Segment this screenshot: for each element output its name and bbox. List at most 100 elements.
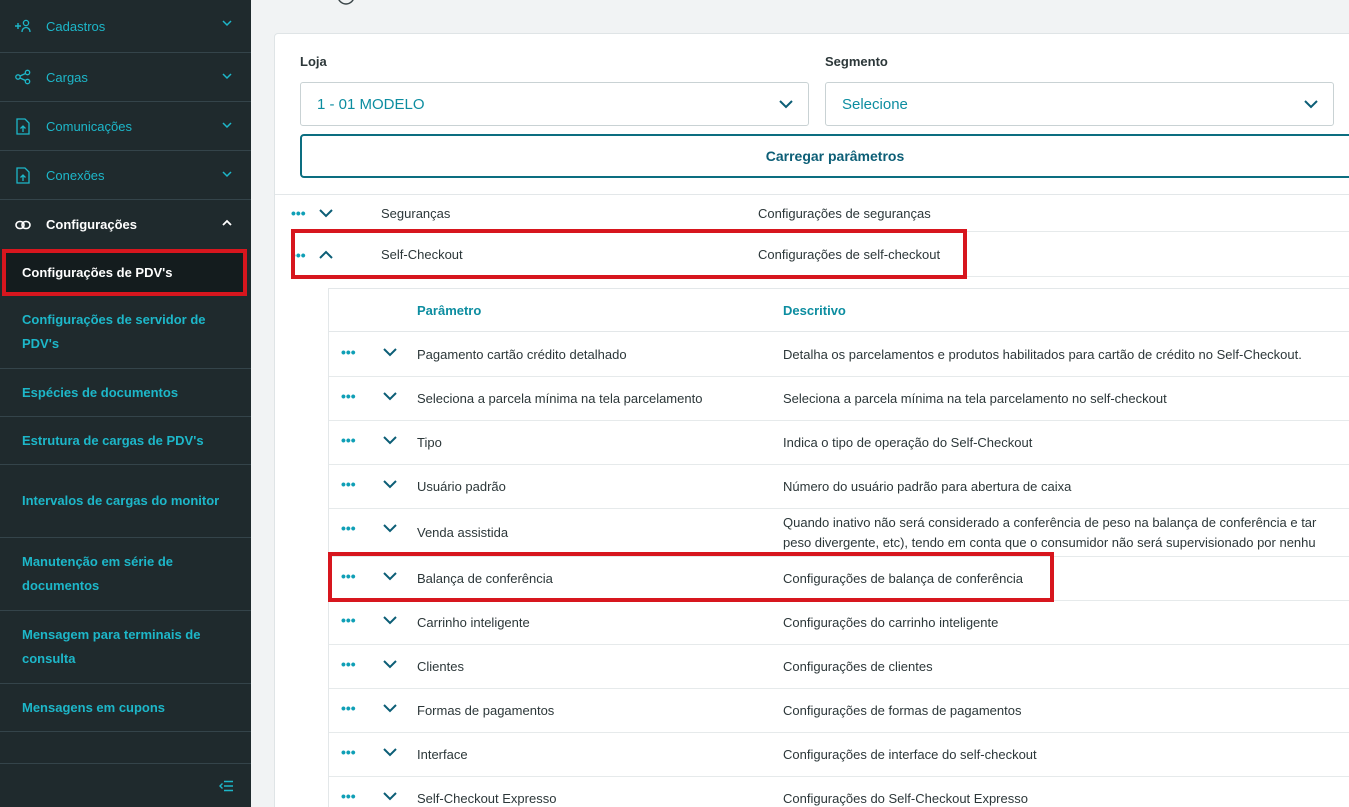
more-options-icon[interactable]: ••• bbox=[341, 656, 369, 672]
sidebar-subitem-intervalos-cargas[interactable]: Intervalos de cargas do monitor bbox=[0, 465, 251, 538]
more-options-icon[interactable]: ••• bbox=[341, 520, 369, 536]
parameter-description-line: Detalha os parcelamentos e produtos habi… bbox=[783, 347, 1302, 362]
more-options-icon[interactable]: ••• bbox=[341, 476, 369, 492]
more-options-icon[interactable]: ••• bbox=[341, 612, 369, 628]
sidebar-subitem-label: Estrutura de cargas de PDV's bbox=[22, 432, 204, 448]
segmento-select-value: Selecione bbox=[842, 95, 908, 113]
segmento-select[interactable]: Selecione bbox=[825, 82, 1334, 126]
chevron-down-icon[interactable] bbox=[383, 792, 413, 801]
sidebar-item-cargas[interactable]: Cargas bbox=[0, 53, 251, 102]
sidebar-subitem-servidor-pdv[interactable]: Configurações de servidor de PDV's bbox=[0, 296, 251, 369]
chevron-down-icon[interactable] bbox=[383, 348, 413, 357]
more-options-icon[interactable]: ••• bbox=[341, 700, 369, 716]
file-upload-icon bbox=[14, 166, 32, 184]
group-desc: Configurações de self-checkout bbox=[758, 247, 941, 262]
sidebar-subitem-manutencao-serie[interactable]: Manutenção em série de documentos bbox=[0, 538, 251, 611]
table-row[interactable]: ••• Pagamento cartão crédito detalhado Det… bbox=[329, 333, 1349, 377]
chevron-down-icon[interactable] bbox=[383, 616, 413, 625]
parameter-description-line: Configurações de balança de conferência bbox=[783, 571, 1023, 586]
parameter-description-line: Seleciona a parcela mínima na tela parce… bbox=[783, 391, 1167, 406]
more-options-icon[interactable]: ••• bbox=[291, 247, 319, 263]
parameter-description: Configurações de formas de pagamentos bbox=[783, 703, 1021, 718]
table-row[interactable]: ••• Venda assistida Quando inativo não ser… bbox=[329, 509, 1349, 557]
parameter-description: Indica o tipo de operação do Self-Checko… bbox=[783, 435, 1032, 450]
sidebar-item-comunicacoes[interactable]: Comunicações bbox=[0, 102, 251, 151]
parameter-name: Venda assistida bbox=[417, 525, 509, 540]
parameter-description: Configurações do carrinho inteligente bbox=[783, 615, 998, 630]
sidebar-subitem-mensagem-terminais[interactable]: Mensagem para terminais de consulta bbox=[0, 611, 251, 684]
chevron-up-icon[interactable] bbox=[319, 250, 349, 259]
chevron-down-icon[interactable] bbox=[383, 704, 413, 713]
parameter-description-line: Configurações do Self-Checkout Expresso bbox=[783, 791, 1028, 806]
column-header-descritivo[interactable]: Descritivo bbox=[783, 303, 846, 318]
more-options-icon[interactable]: ••• bbox=[341, 344, 369, 360]
sidebar-subitem-configuracoes-pdv[interactable]: Configurações de PDV's bbox=[2, 249, 247, 296]
link-icon bbox=[14, 216, 32, 234]
parameter-description-line: peso divergente, etc), tendo em conta qu… bbox=[783, 535, 1316, 550]
chevron-down-icon[interactable] bbox=[383, 524, 413, 533]
chevron-down-icon[interactable] bbox=[383, 436, 413, 445]
parameter-description: Detalha os parcelamentos e produtos habi… bbox=[783, 347, 1302, 362]
table-row[interactable]: ••• Clientes Configurações de clientes bbox=[329, 645, 1349, 689]
loja-label: Loja bbox=[300, 54, 327, 69]
subgrid-header: Parâmetro Descritivo bbox=[329, 288, 1349, 332]
parameter-description: Configurações de interface do self-check… bbox=[783, 747, 1037, 762]
chevron-down-icon bbox=[222, 20, 232, 27]
parameter-description: Quando inativo não será considerado a co… bbox=[783, 513, 1316, 553]
chevron-down-icon[interactable] bbox=[383, 392, 413, 401]
table-row[interactable]: ••• Carrinho inteligente Configurações do … bbox=[329, 601, 1349, 645]
more-options-icon[interactable]: ••• bbox=[291, 205, 319, 221]
sidebar: Cadastros Cargas Comunicações Conexões C… bbox=[0, 0, 251, 807]
group-row[interactable]: ••• Self-Checkout Configurações de self-… bbox=[291, 233, 1349, 277]
chevron-down-icon[interactable] bbox=[383, 660, 413, 669]
parameter-name: Carrinho inteligente bbox=[417, 615, 530, 630]
sidebar-subitem-mensagens-cupons[interactable]: Mensagens em cupons bbox=[0, 684, 251, 732]
more-options-icon[interactable]: ••• bbox=[341, 744, 369, 760]
chevron-down-icon[interactable] bbox=[319, 208, 349, 218]
parameter-description: Configurações de balança de conferência bbox=[783, 571, 1023, 586]
share-icon bbox=[14, 68, 32, 86]
main-card: Loja 1 - 01 MODELO Segmento Selecione Ca… bbox=[274, 33, 1349, 807]
table-row[interactable]: ••• Seleciona a parcela mínima na tela pa… bbox=[329, 377, 1349, 421]
parameter-description: Configurações de clientes bbox=[783, 659, 933, 674]
sidebar-subitem-label: Espécies de documentos bbox=[22, 384, 179, 400]
chevron-down-icon[interactable] bbox=[383, 748, 413, 757]
group-row[interactable]: ••• Seguranças Configurações de seguranç… bbox=[291, 195, 1349, 232]
sidebar-subitem-estrutura-cargas[interactable]: Estrutura de cargas de PDV's bbox=[0, 417, 251, 465]
load-parameters-button[interactable]: Carregar parâmetros bbox=[300, 134, 1349, 178]
page-title-fragment bbox=[336, 0, 356, 11]
more-options-icon[interactable]: ••• bbox=[341, 568, 369, 584]
more-options-icon[interactable]: ••• bbox=[341, 432, 369, 448]
loja-select[interactable]: 1 - 01 MODELO bbox=[300, 82, 809, 126]
table-row[interactable]: ••• Usuário padrão Número do usuário padrã… bbox=[329, 465, 1349, 509]
table-row[interactable]: ••• Tipo Indica o tipo de operação do Self… bbox=[329, 421, 1349, 465]
sidebar-item-configuracoes[interactable]: Configurações bbox=[0, 200, 251, 249]
sidebar-item-conexoes[interactable]: Conexões bbox=[0, 151, 251, 200]
file-upload-icon bbox=[14, 117, 32, 135]
sidebar-menu: Cadastros Cargas Comunicações Conexões C… bbox=[0, 0, 251, 732]
more-options-icon[interactable]: ••• bbox=[341, 388, 369, 404]
column-header-parametro[interactable]: Parâmetro bbox=[417, 303, 481, 318]
sidebar-item-cadastros[interactable]: Cadastros bbox=[0, 0, 251, 53]
table-row[interactable]: ••• Self-Checkout Expresso Configurações d… bbox=[329, 777, 1349, 807]
chevron-down-icon bbox=[1304, 100, 1318, 109]
chevron-down-icon bbox=[222, 171, 232, 178]
table-row[interactable]: ••• Interface Configurações de interface d… bbox=[329, 733, 1349, 777]
sidebar-footer bbox=[0, 763, 251, 807]
more-options-icon[interactable]: ••• bbox=[341, 788, 369, 804]
chevron-down-icon bbox=[222, 122, 232, 129]
parameter-name: Clientes bbox=[417, 659, 464, 674]
group-name: Self-Checkout bbox=[381, 247, 463, 262]
parameter-name: Self-Checkout Expresso bbox=[417, 791, 557, 806]
chevron-up-icon bbox=[222, 219, 232, 226]
sidebar-subitem-label: Configurações de PDV's bbox=[22, 264, 173, 280]
parameter-name: Formas de pagamentos bbox=[417, 703, 555, 718]
table-row[interactable]: ••• Balança de conferência Configurações d… bbox=[329, 557, 1349, 601]
sidebar-subitem-especies-documentos[interactable]: Espécies de documentos bbox=[0, 369, 251, 417]
chevron-down-icon[interactable] bbox=[383, 572, 413, 581]
table-row[interactable]: ••• Formas de pagamentos Configurações de … bbox=[329, 689, 1349, 733]
chevron-down-icon[interactable] bbox=[383, 480, 413, 489]
collapse-menu-icon[interactable] bbox=[219, 776, 233, 797]
parameter-name: Pagamento cartão crédito detalhado bbox=[417, 347, 627, 362]
parameter-description-line: Número do usuário padrão para abertura d… bbox=[783, 479, 1072, 494]
